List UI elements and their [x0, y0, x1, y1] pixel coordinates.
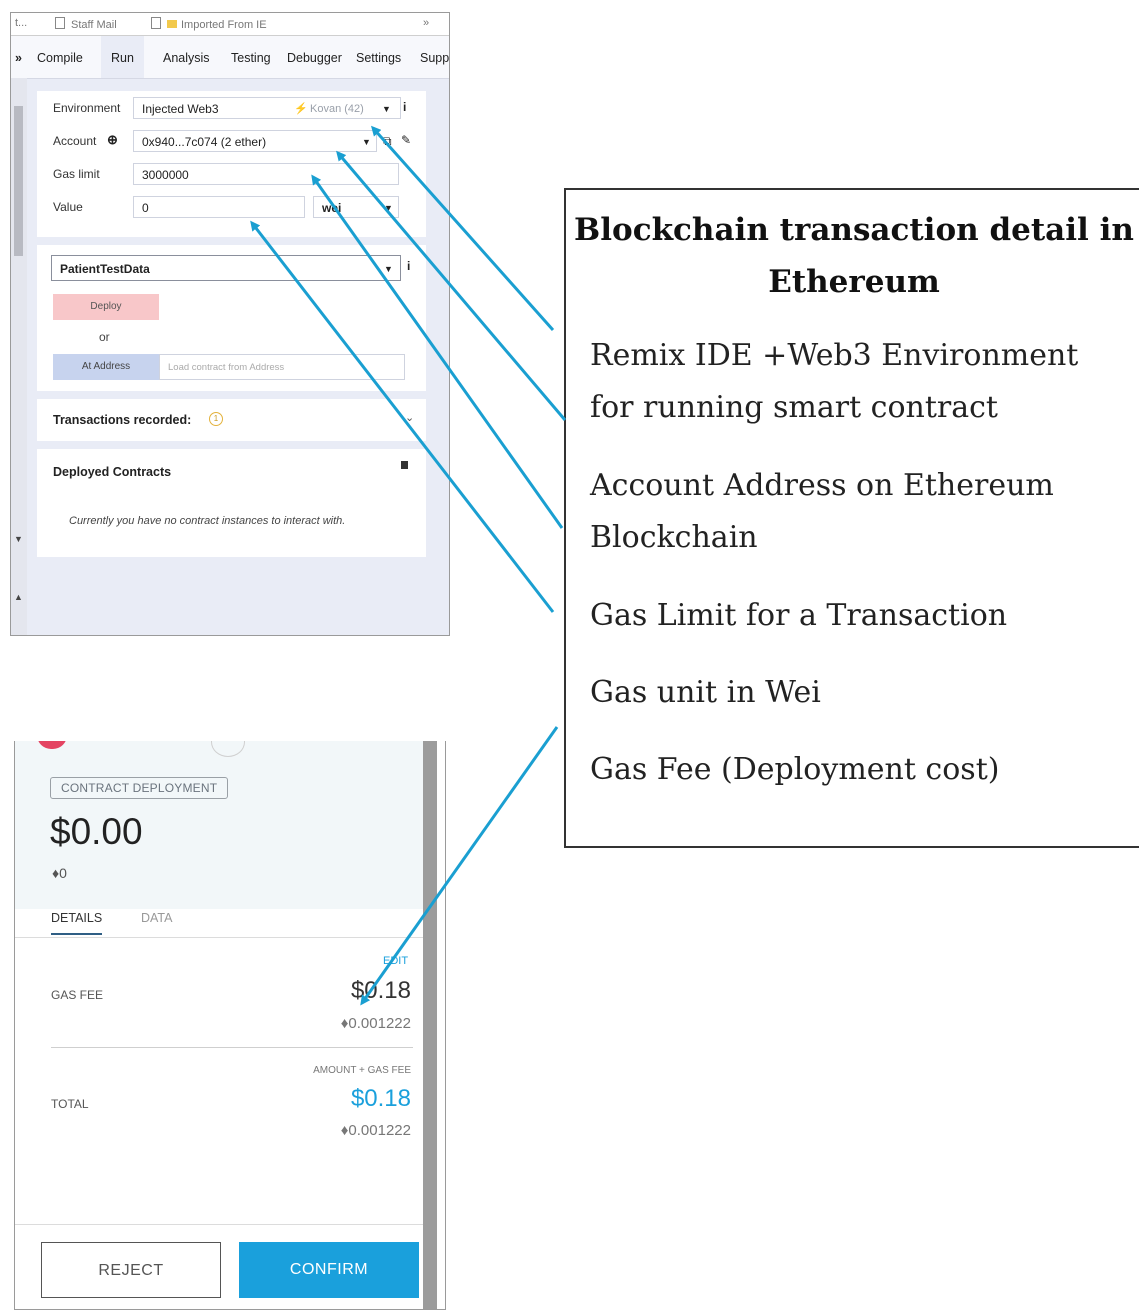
edit-gas-link[interactable]: EDIT [383, 955, 408, 967]
plug-icon: ⚡ [294, 103, 308, 115]
value-label: Value [53, 200, 83, 214]
label-gas-unit: Gas unit in Wei [590, 675, 821, 710]
transaction-count-badge: 1 [209, 412, 223, 426]
bookmarks-bar: t... Staff Mail Imported From IE » [11, 13, 449, 36]
tab-divider [15, 937, 423, 938]
amount-usd: $0.00 [50, 811, 143, 852]
at-address-button[interactable]: At Address [53, 354, 159, 380]
or-label: or [99, 330, 110, 344]
gas-limit-input[interactable]: 3000000 [133, 163, 399, 185]
account-value: 0x940...7c074 (2 ether) [142, 135, 267, 149]
reject-button[interactable]: REJECT [41, 1242, 221, 1298]
label-gas-limit: Gas Limit for a Transaction [590, 598, 1008, 633]
value-unit: wei [322, 201, 342, 215]
eth-icon: ♦ [340, 1015, 349, 1032]
bookmark-overflow-left[interactable]: t... [15, 17, 27, 29]
tab-settings[interactable]: Settings [356, 51, 401, 65]
contract-select[interactable]: PatientTestData ▼ [51, 255, 401, 281]
chevron-down-icon: ▼ [382, 104, 391, 114]
chevron-down-icon: ▼ [384, 203, 393, 213]
total-label: TOTAL [51, 1097, 89, 1111]
remix-panel: t... Staff Mail Imported From IE » » Com… [10, 12, 450, 636]
gas-fee-usd: $0.18 [350, 977, 411, 1004]
account-select[interactable]: 0x940...7c074 (2 ether) ▼ [133, 130, 377, 152]
deploy-button[interactable]: Deploy [53, 294, 159, 320]
tab-run[interactable]: Run [101, 36, 144, 78]
panel-toggle-icon[interactable]: » [15, 51, 22, 65]
deployed-contracts-card: Deployed Contracts Currently you have no… [37, 449, 426, 557]
environment-value: Injected Web3 [142, 102, 219, 116]
network-name: Kovan (42) [310, 103, 364, 115]
add-account-icon[interactable]: ⊕ [107, 132, 118, 148]
gas-fee-eth: ♦0.001222 [340, 1015, 411, 1032]
chevron-down-icon: ▼ [362, 137, 371, 147]
load-address-input[interactable]: Load contract from Address [159, 354, 405, 380]
deployed-contracts-label: Deployed Contracts [53, 465, 172, 479]
amount-plus-gas-caption: AMOUNT + GAS FEE [313, 1065, 411, 1076]
confirm-button[interactable]: CONFIRM [239, 1242, 419, 1298]
gas-fee-label: GAS FEE [51, 988, 104, 1002]
contract-name: PatientTestData [60, 262, 150, 276]
environment-label: Environment [53, 101, 121, 115]
section-divider [51, 1047, 413, 1048]
edit-icon[interactable]: ✎ [401, 133, 411, 147]
remix-tab-bar: » Compile Run Analysis Testing Debugger … [11, 36, 449, 79]
scroll-down-arrow-icon[interactable]: ▼ [14, 534, 23, 544]
remix-scrollbar[interactable]: ▼ ▲ [11, 78, 27, 635]
footer-divider [15, 1224, 423, 1225]
empty-contracts-message: Currently you have no contract instances… [69, 515, 346, 527]
info-icon[interactable]: i [407, 259, 410, 273]
contract-card: PatientTestData ▼ i Deploy or At Address… [37, 245, 426, 391]
gas-limit-label: Gas limit [53, 167, 100, 181]
label-account-address: Account Address on Ethereum Blockchain [590, 468, 1054, 555]
account-label: Account [53, 134, 97, 148]
chevron-down-icon[interactable]: ⌄ [405, 411, 414, 424]
metamask-scrollbar[interactable] [423, 741, 437, 1309]
scrollbar-thumb[interactable] [14, 106, 23, 256]
transactions-card[interactable]: Transactions recorded: 1 ⌄ [37, 399, 426, 441]
bookmark-staff-mail[interactable]: Staff Mail [55, 17, 117, 31]
tab-support[interactable]: Supp [420, 51, 449, 65]
total-eth: ♦0.001222 [340, 1122, 411, 1139]
bookmark-overflow-button[interactable]: » [423, 17, 429, 29]
info-icon[interactable]: i [403, 100, 406, 114]
label-remix-environment: Remix IDE +Web3 Environment for running … [590, 338, 1079, 425]
bookmark-imported-from-ie[interactable]: Imported From IE [151, 17, 267, 31]
metamask-panel: CONTRACT DEPLOYMENT $0.00 ♦0 DETAILS DAT… [14, 741, 446, 1310]
tab-testing[interactable]: Testing [231, 51, 271, 65]
copy-icon[interactable]: ⧉ [383, 134, 392, 149]
tab-compile[interactable]: Compile [37, 51, 83, 65]
amount-eth: ♦0 [52, 865, 67, 881]
contract-deployment-badge: CONTRACT DEPLOYMENT [50, 777, 229, 799]
page-icon [151, 17, 161, 29]
total-usd: $0.18 [350, 1085, 411, 1112]
value-input[interactable]: 0 [133, 196, 305, 218]
tab-analysis[interactable]: Analysis [163, 51, 210, 65]
scroll-up-arrow-icon[interactable]: ▲ [14, 592, 23, 602]
label-gas-fee: Gas Fee (Deployment cost) [590, 752, 1000, 787]
trash-icon[interactable] [401, 461, 408, 469]
tab-data[interactable]: DATA [141, 911, 172, 925]
description-box: Blockchain transaction detail in Ethereu… [564, 188, 1139, 848]
chevron-down-icon: ▼ [384, 264, 393, 274]
eth-icon: ♦ [340, 1122, 349, 1139]
folder-icon [167, 20, 177, 28]
transactions-label: Transactions recorded: [53, 413, 192, 427]
description-title: Blockchain transaction detail in Ethereu… [574, 212, 1134, 300]
page-icon [55, 17, 65, 29]
tab-debugger[interactable]: Debugger [287, 51, 342, 65]
value-unit-select[interactable]: wei ▼ [313, 196, 399, 218]
run-settings-card: Environment Injected Web3 ⚡ Kovan (42) ▼… [37, 91, 426, 237]
environment-select[interactable]: Injected Web3 ⚡ Kovan (42) ▼ [133, 97, 401, 119]
tab-details[interactable]: DETAILS [51, 911, 103, 935]
